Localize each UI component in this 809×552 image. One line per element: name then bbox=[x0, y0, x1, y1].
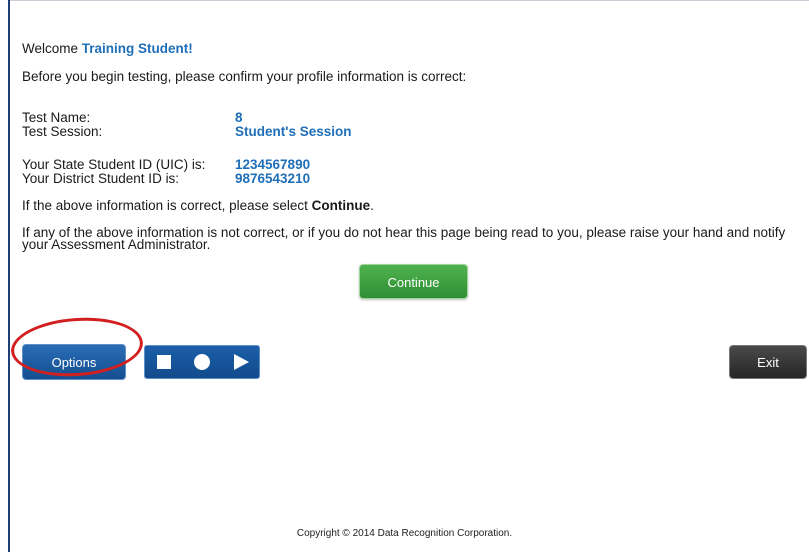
options-button[interactable]: Options bbox=[22, 344, 126, 380]
test-session-value: Student's Session bbox=[235, 124, 352, 139]
incorrect-info-note: If any of the above information is not c… bbox=[22, 225, 786, 252]
continue-button[interactable]: Continue bbox=[359, 264, 468, 299]
play-icon bbox=[234, 354, 249, 370]
confirm-note-prefix: If the above information is correct, ple… bbox=[22, 198, 308, 213]
stop-button[interactable] bbox=[145, 346, 183, 378]
district-id-value: 9876543210 bbox=[235, 171, 311, 186]
circle-icon bbox=[194, 354, 210, 370]
intro-text: Before you begin testing, please confirm… bbox=[22, 69, 467, 84]
confirm-note-suffix: . bbox=[370, 198, 374, 213]
stop-icon bbox=[157, 355, 171, 369]
test-session-label: Test Session: bbox=[22, 124, 103, 139]
confirm-note-action: Continue bbox=[311, 198, 371, 213]
welcome-prefix: Welcome bbox=[22, 41, 79, 56]
test-name-label: Test Name: bbox=[22, 110, 91, 125]
media-controls bbox=[144, 345, 260, 379]
exit-button[interactable]: Exit bbox=[729, 345, 807, 379]
window-top-border bbox=[8, 0, 809, 1]
welcome-line: Welcome Training Student! bbox=[22, 41, 193, 56]
district-id-label: Your District Student ID is: bbox=[22, 171, 180, 186]
state-id-label: Your State Student ID (UIC) is: bbox=[22, 157, 206, 172]
state-id-value: 1234567890 bbox=[235, 157, 311, 172]
window-left-border bbox=[8, 0, 10, 552]
student-name: Training Student! bbox=[81, 41, 193, 56]
pause-button[interactable] bbox=[183, 346, 221, 378]
play-button[interactable] bbox=[221, 346, 259, 378]
confirm-note: If the above information is correct, ple… bbox=[22, 198, 374, 213]
test-name-value: 8 bbox=[235, 110, 243, 125]
copyright-footer: Copyright © 2014 Data Recognition Corpor… bbox=[296, 528, 513, 539]
